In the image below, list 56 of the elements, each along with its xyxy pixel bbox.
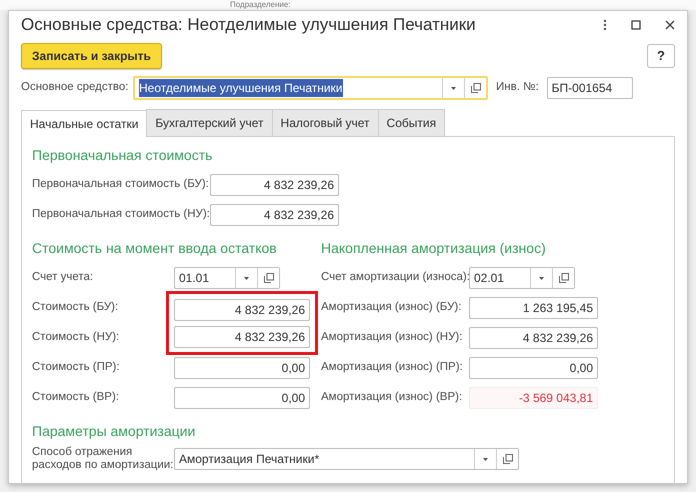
tab[interactable]: Начальные остатки xyxy=(21,110,148,137)
more-icon[interactable] xyxy=(603,19,607,31)
field-label: Амортизация (износ) (ВР): xyxy=(321,390,464,406)
help-button[interactable]: ? xyxy=(647,44,675,68)
open-icon xyxy=(264,273,274,283)
number-field[interactable]: 4 832 239,26 xyxy=(210,174,339,196)
select-field[interactable]: 01.01 xyxy=(174,267,280,289)
open-icon xyxy=(502,454,512,464)
field-label: Счет амортизации (износа): xyxy=(321,270,469,286)
maximize-icon[interactable] xyxy=(631,20,641,30)
field-label: Амортизация (износ) (БУ): xyxy=(321,300,462,316)
number-field[interactable]: -3 569 043,81 xyxy=(469,387,598,409)
open-icon xyxy=(470,83,480,93)
open-icon xyxy=(558,273,568,283)
tab[interactable]: Бухгалтерский учет xyxy=(146,109,273,136)
number-field[interactable]: 4 832 239,26 xyxy=(174,326,310,348)
open-button[interactable] xyxy=(552,268,574,288)
save-and-close-button[interactable]: Записать и закрыть xyxy=(21,43,162,69)
section-title: Накопленная амортизация (износ) xyxy=(321,239,547,258)
number-field[interactable]: 4 832 239,26 xyxy=(469,327,598,349)
tab[interactable]: События xyxy=(378,109,446,136)
section-title: Параметры амортизации xyxy=(32,422,196,441)
field-label: Стоимость (БУ): xyxy=(32,300,120,316)
number-field[interactable]: 0,00 xyxy=(174,357,310,379)
dropdown-arrow-icon xyxy=(451,86,456,90)
field-label: Амортизация (износ) (ПР): xyxy=(321,360,464,376)
tab[interactable]: Налоговый учет xyxy=(272,109,379,136)
field-label: Амортизация (износ) (НУ): xyxy=(321,330,464,346)
field-label: Способ отражения расходов по амортизации: xyxy=(32,446,174,472)
dropdown-arrow-icon xyxy=(483,458,488,461)
field-label: Инв. №: xyxy=(496,80,539,96)
inventory-number-field[interactable]: БП-001654 xyxy=(546,77,633,99)
field-label: Основное средство: xyxy=(21,80,130,96)
field-label: Первоначальная стоимость (БУ): xyxy=(32,177,210,192)
section-title: Стоимость на момент ввода остатков xyxy=(32,239,278,258)
dropdown-arrow-icon xyxy=(539,276,544,280)
number-field[interactable]: 4 832 239,26 xyxy=(210,204,339,226)
number-field[interactable]: 1 263 195,45 xyxy=(469,297,598,319)
field-label: Первоначальная стоимость (НУ): xyxy=(32,207,210,222)
select-field[interactable]: Амортизация Печатники* xyxy=(174,448,519,470)
dropdown-arrow-icon xyxy=(244,276,249,280)
field-label: Счет учета: xyxy=(32,270,94,286)
select-field[interactable]: Неотделимые улучшения Печатники xyxy=(133,76,488,100)
close-icon[interactable] xyxy=(665,20,675,30)
open-button[interactable] xyxy=(496,449,518,470)
number-field[interactable]: 0,00 xyxy=(174,387,310,409)
number-field[interactable]: 0,00 xyxy=(469,357,598,379)
field-label: Стоимость (ВР): xyxy=(32,390,120,406)
select-field[interactable]: 02.01 xyxy=(469,267,575,289)
open-button[interactable] xyxy=(257,268,279,288)
window-title: Основные средства: Неотделимые улучшения Печатники xyxy=(21,14,477,36)
background-label: Подразделение: xyxy=(0,0,696,10)
field-label: Стоимость (ПР): xyxy=(32,360,121,376)
field-label: Стоимость (НУ): xyxy=(32,330,120,346)
number-field[interactable]: 4 832 239,26 xyxy=(174,298,310,320)
section-title: Первоначальная стоимость xyxy=(32,146,214,165)
